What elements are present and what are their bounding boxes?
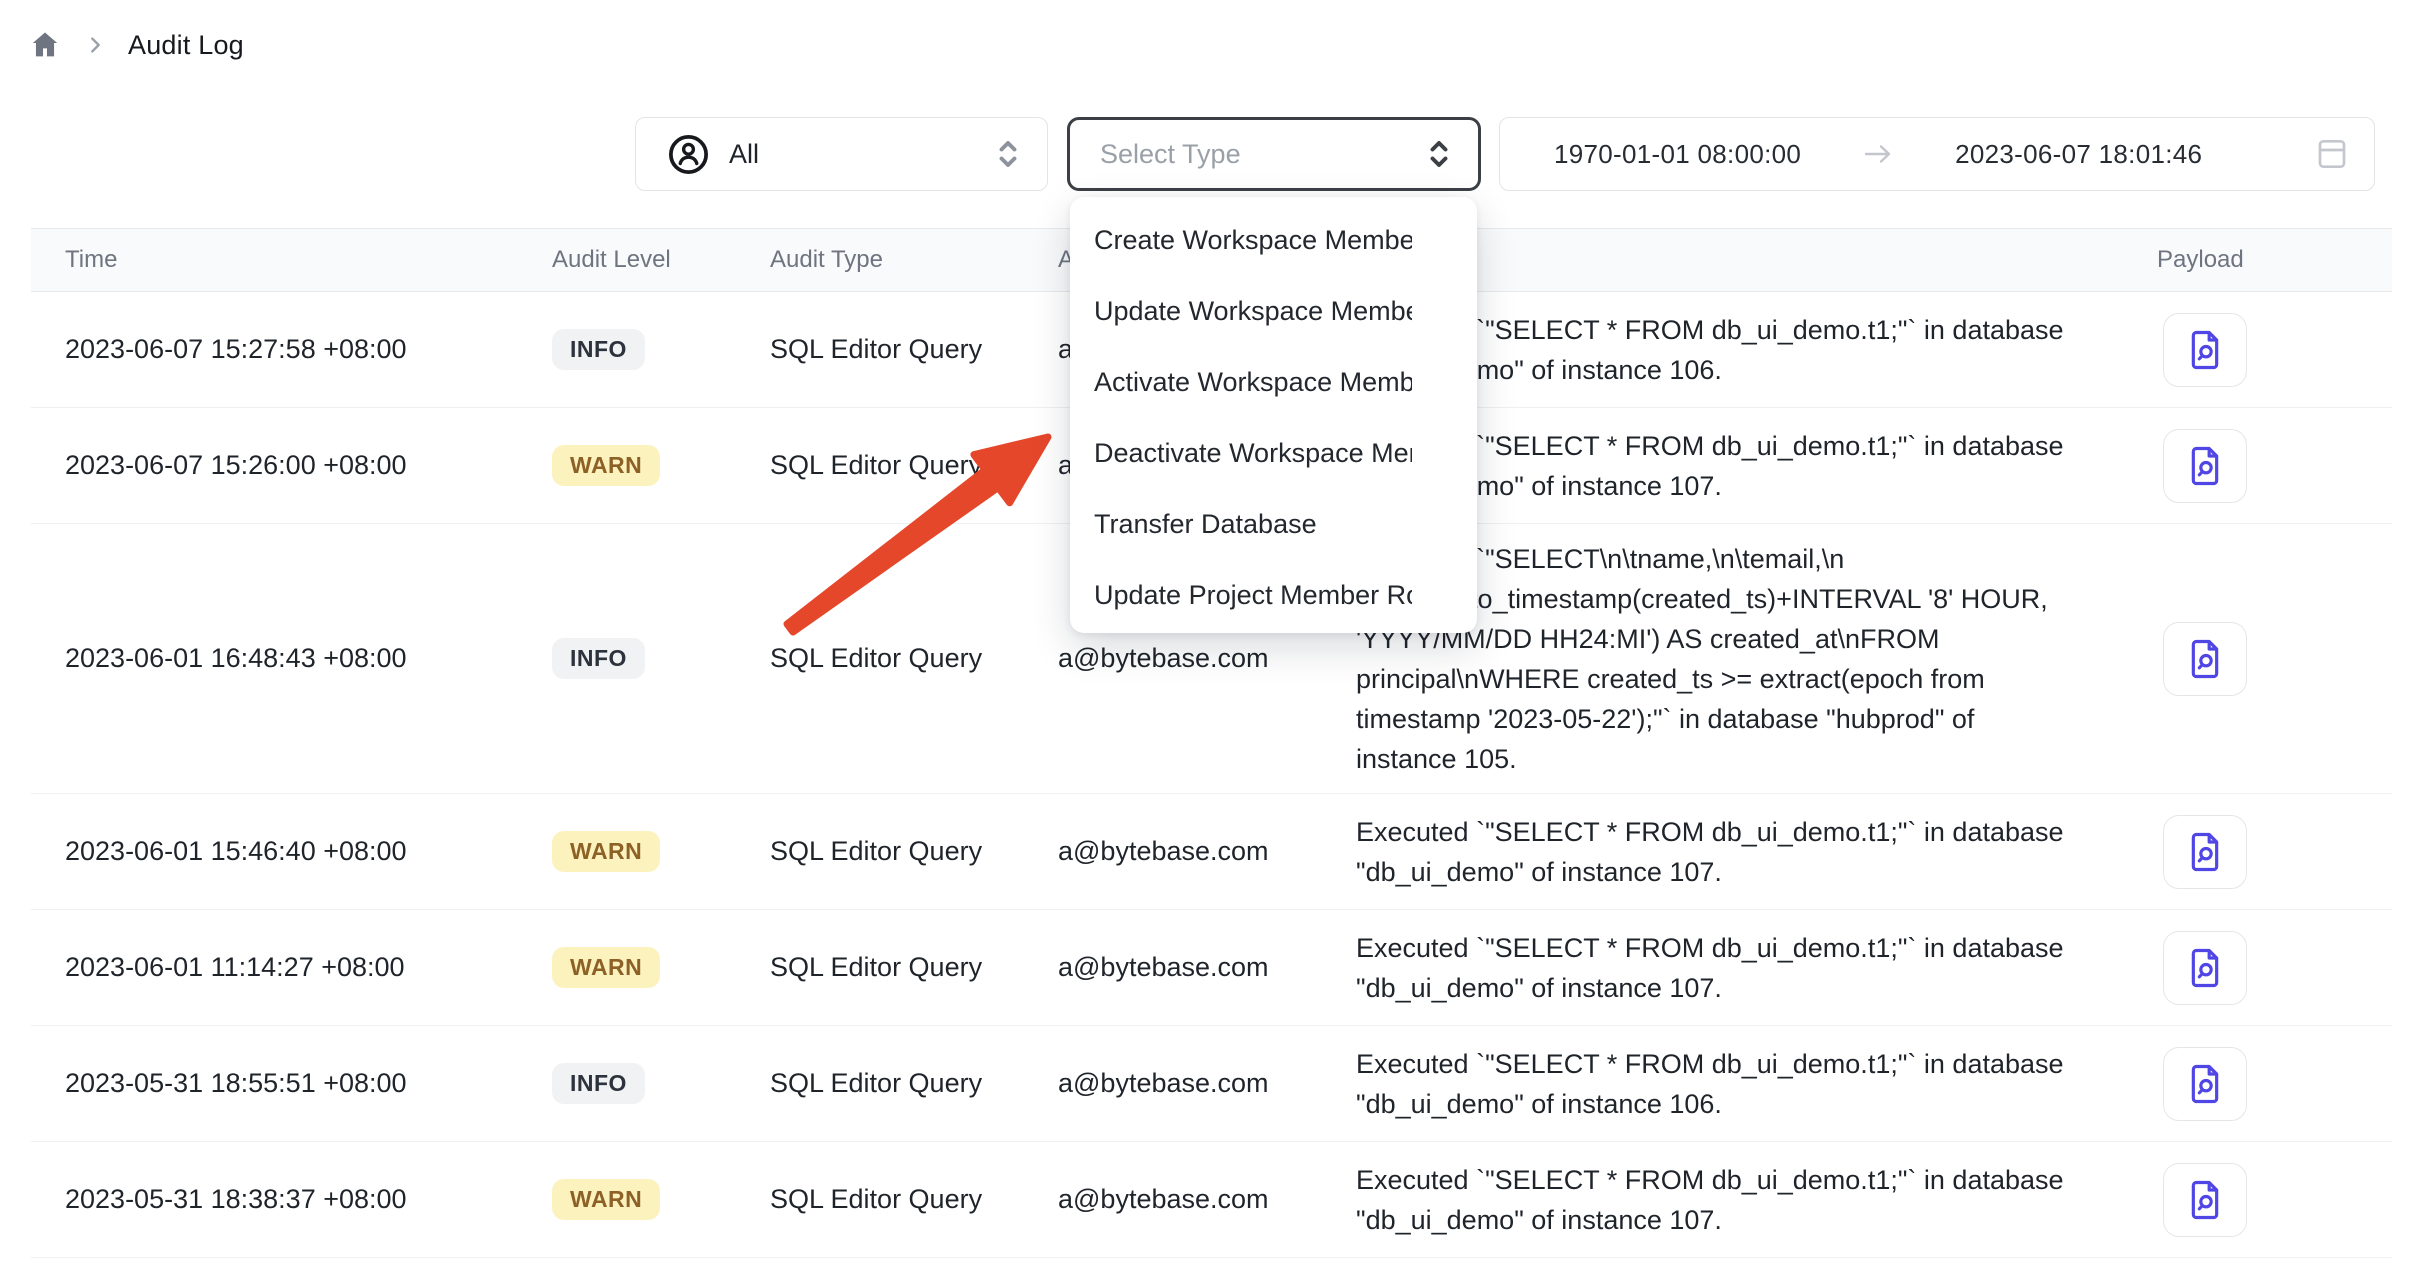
chevrons-up-down-icon — [995, 137, 1021, 171]
dropdown-item[interactable]: Create Workspace Member — [1072, 205, 1412, 276]
view-payload-button[interactable] — [2163, 1163, 2247, 1237]
cell-time: 2023-06-07 15:27:58 +08:00 — [31, 334, 552, 365]
table-row: 2023-06-01 15:46:40 +08:00 WARN SQL Edit… — [31, 794, 2392, 910]
cell-audit-type: SQL Editor Query — [770, 450, 1058, 481]
view-payload-button[interactable] — [2163, 313, 2247, 387]
cell-comment: Executed `"SELECT * FROM db_ui_demo.t1;"… — [1356, 1044, 2157, 1124]
cell-time: 2023-05-31 18:55:51 +08:00 — [31, 1068, 552, 1099]
file-search-icon — [2185, 946, 2225, 990]
view-payload-button[interactable] — [2163, 622, 2247, 696]
file-search-icon — [2185, 444, 2225, 488]
dropdown-item[interactable]: Update Workspace Member — [1072, 276, 1412, 347]
home-icon[interactable] — [28, 28, 62, 62]
audit-level-badge: WARN — [552, 1179, 660, 1220]
cell-comment: Executed `"SELECT * FROM db_ui_demo.t1;"… — [1356, 1160, 2157, 1240]
table-row: 2023-06-01 11:14:27 +08:00 WARN SQL Edit… — [31, 910, 2392, 1026]
cell-audit-type: SQL Editor Query — [770, 334, 1058, 365]
type-dropdown-menu: Create Workspace Member Update Workspace… — [1070, 197, 1477, 633]
file-search-icon — [2185, 637, 2225, 681]
breadcrumb-chevron-icon — [84, 34, 106, 56]
cell-actor: a@bytebase.com — [1058, 836, 1356, 867]
dropdown-item[interactable]: Deactivate Workspace Member — [1072, 418, 1412, 489]
cell-actor: a@bytebase.com — [1058, 1068, 1356, 1099]
breadcrumb: Audit Log — [28, 28, 244, 62]
person-circle-icon — [666, 132, 711, 177]
audit-level-badge: WARN — [552, 445, 660, 486]
cell-actor: a@bytebase.com — [1058, 952, 1356, 983]
file-search-icon — [2185, 1178, 2225, 1222]
cell-actor: a@bytebase.com — [1058, 643, 1356, 674]
type-filter-select[interactable]: Select Type — [1067, 117, 1481, 191]
cell-audit-type: SQL Editor Query — [770, 643, 1058, 674]
page-title: Audit Log — [128, 30, 244, 61]
date-range-start[interactable]: 1970-01-01 08:00:00 — [1554, 139, 1801, 170]
file-search-icon — [2185, 830, 2225, 874]
dropdown-item[interactable]: Transfer Database — [1072, 489, 1412, 560]
cell-time: 2023-06-01 11:14:27 +08:00 — [31, 952, 552, 983]
view-payload-button[interactable] — [2163, 815, 2247, 889]
date-range-end[interactable]: 2023-06-07 18:01:46 — [1955, 139, 2202, 170]
date-range-picker[interactable]: 1970-01-01 08:00:00 2023-06-07 18:01:46 — [1499, 117, 2375, 191]
file-search-icon — [2185, 1062, 2225, 1106]
arrow-right-icon — [1863, 142, 1893, 166]
cell-actor: a@bytebase.com — [1058, 1184, 1356, 1215]
actor-filter-select[interactable]: All — [635, 117, 1048, 191]
view-payload-button[interactable] — [2163, 1047, 2247, 1121]
cell-comment: Executed `"SELECT * FROM db_ui_demo.t1;"… — [1356, 812, 2157, 892]
cell-time: 2023-05-31 18:38:37 +08:00 — [31, 1184, 552, 1215]
view-payload-button[interactable] — [2163, 931, 2247, 1005]
column-header-payload: Payload — [2157, 246, 2392, 274]
audit-log-page: Audit Log All Select Type 1970-01-01 08:… — [0, 0, 2410, 1268]
file-search-icon — [2185, 328, 2225, 372]
cell-time: 2023-06-01 16:48:43 +08:00 — [31, 643, 552, 674]
table-row: 2023-05-31 18:55:51 +08:00 INFO SQL Edit… — [31, 1026, 2392, 1142]
calendar-icon[interactable] — [2316, 136, 2348, 172]
audit-level-badge: WARN — [552, 947, 660, 988]
column-header-type: Audit Type — [770, 246, 1058, 274]
actor-filter-value: All — [729, 139, 759, 170]
column-header-level: Audit Level — [552, 246, 770, 274]
audit-level-badge: INFO — [552, 1063, 645, 1104]
cell-time: 2023-06-01 15:46:40 +08:00 — [31, 836, 552, 867]
audit-level-badge: INFO — [552, 329, 645, 370]
column-header-time: Time — [31, 246, 552, 274]
table-row: 2023-05-31 18:38:37 +08:00 WARN SQL Edit… — [31, 1142, 2392, 1258]
dropdown-item[interactable]: Activate Workspace Member — [1072, 347, 1412, 418]
cell-time: 2023-06-07 15:26:00 +08:00 — [31, 450, 552, 481]
cell-audit-type: SQL Editor Query — [770, 836, 1058, 867]
dropdown-item[interactable]: Update Project Member Role — [1072, 560, 1412, 631]
view-payload-button[interactable] — [2163, 429, 2247, 503]
cell-comment: Executed `"SELECT * FROM db_ui_demo.t1;"… — [1356, 928, 2157, 1008]
type-filter-placeholder: Select Type — [1100, 139, 1241, 170]
cell-audit-type: SQL Editor Query — [770, 952, 1058, 983]
cell-audit-type: SQL Editor Query — [770, 1184, 1058, 1215]
audit-level-badge: WARN — [552, 831, 660, 872]
cell-audit-type: SQL Editor Query — [770, 1068, 1058, 1099]
audit-level-badge: INFO — [552, 638, 645, 679]
chevrons-up-down-icon — [1426, 137, 1452, 171]
